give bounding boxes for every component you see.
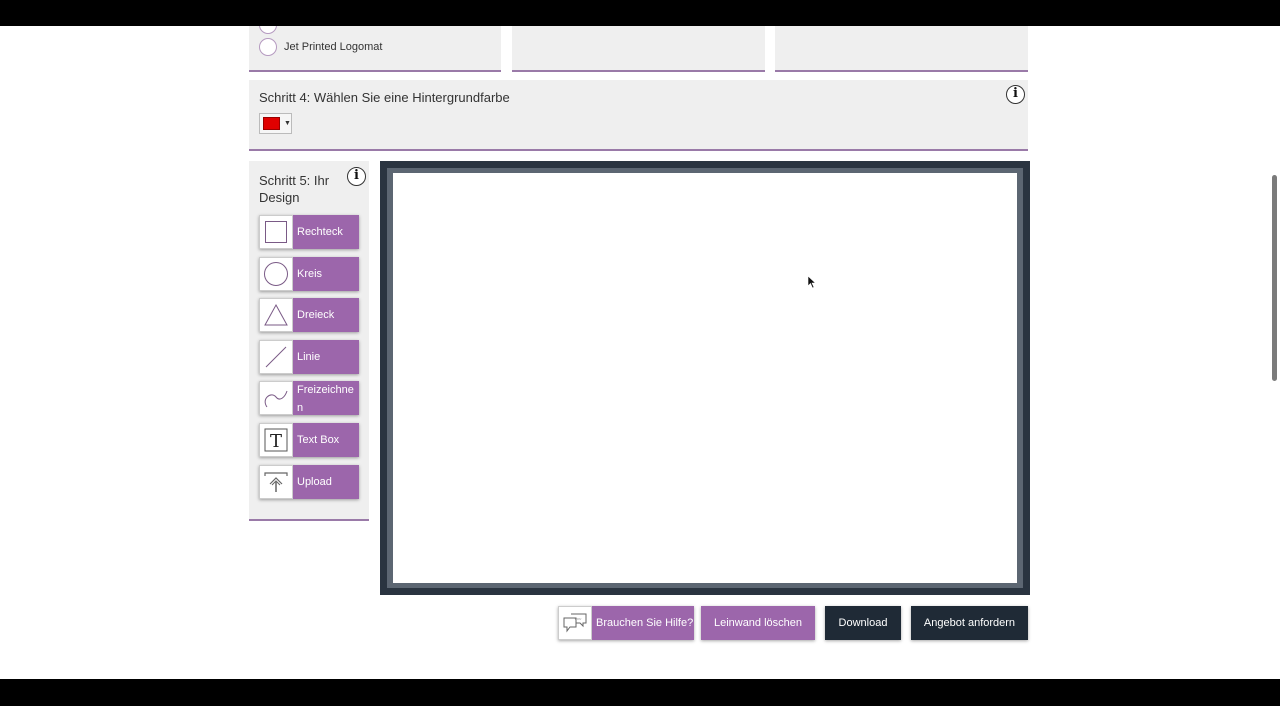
rectangle-icon <box>259 215 293 249</box>
download-button[interactable]: Download <box>825 606 901 640</box>
radio-option-jet-printed-logomat[interactable]: Jet Printed Logomat <box>259 38 382 56</box>
tool-label: Rechteck <box>293 215 359 249</box>
text-icon: T <box>259 423 293 457</box>
info-icon[interactable]: i <box>1006 85 1025 104</box>
upload-icon <box>259 465 293 499</box>
tool-label: Kreis <box>293 257 359 291</box>
tool-text-box[interactable]: T Text Box <box>259 423 359 457</box>
radio-button[interactable] <box>259 38 277 56</box>
tool-rectangle[interactable]: Rechteck <box>259 215 359 249</box>
step5-panel: Schritt 5: Ihr Design i Rechteck Kreis D… <box>249 161 369 521</box>
step5-title: Schritt 5: Ihr Design <box>259 173 330 205</box>
radio-label: Jet Printed Logomat <box>284 41 383 53</box>
request-quote-button[interactable]: Angebot anfordern <box>911 606 1028 640</box>
info-icon[interactable]: i <box>347 167 366 186</box>
tool-label: Text Box <box>293 423 359 457</box>
svg-text:T: T <box>270 431 282 452</box>
tool-freehand[interactable]: Freizeichnen <box>259 381 359 415</box>
svg-text:ᵕᵕᵕ: ᵕᵕᵕ <box>575 617 583 623</box>
chevron-down-icon: ▼ <box>284 120 291 127</box>
scrollbar[interactable] <box>1272 175 1277 381</box>
color-swatch <box>263 117 280 130</box>
tool-circle[interactable]: Kreis <box>259 257 359 291</box>
background-color-picker[interactable]: ▼ <box>259 113 292 134</box>
page: Jet Printed Logomat Schritt 4: Wählen Si… <box>0 26 1280 679</box>
tool-line[interactable]: Linie <box>259 340 359 374</box>
tool-upload[interactable]: Upload <box>259 465 359 499</box>
radio-button[interactable] <box>259 26 277 34</box>
tool-label: Freizeichnen <box>293 381 359 415</box>
freehand-icon <box>259 381 293 415</box>
tool-label: Linie <box>293 340 359 374</box>
radio-option-hidden[interactable] <box>259 26 277 34</box>
clear-canvas-button[interactable]: Leinwand löschen <box>701 606 815 640</box>
step4-title: Schritt 4: Wählen Sie eine Hintergrundfa… <box>259 90 510 105</box>
chat-bubbles-icon: ᵕᵕᵕ <box>558 606 592 640</box>
design-canvas-frame <box>380 161 1030 595</box>
help-button[interactable]: ᵕᵕᵕ Brauchen Sie Hilfe? <box>558 606 694 640</box>
step4-panel: Schritt 4: Wählen Sie eine Hintergrundfa… <box>249 80 1028 151</box>
triangle-icon <box>259 298 293 332</box>
help-button-label: Brauchen Sie Hilfe? <box>596 617 694 629</box>
design-canvas[interactable] <box>393 173 1017 583</box>
tool-label: Upload <box>293 465 359 499</box>
tool-label: Dreieck <box>293 298 359 332</box>
step3-panel-middle <box>512 26 765 72</box>
step3-panel-right <box>775 26 1028 72</box>
line-icon <box>259 340 293 374</box>
circle-icon <box>259 257 293 291</box>
tool-triangle[interactable]: Dreieck <box>259 298 359 332</box>
step3-panel-left: Jet Printed Logomat <box>249 26 501 72</box>
mouse-cursor-icon <box>807 275 817 294</box>
canvas-border <box>387 168 1023 588</box>
bottom-bar <box>0 679 1280 706</box>
